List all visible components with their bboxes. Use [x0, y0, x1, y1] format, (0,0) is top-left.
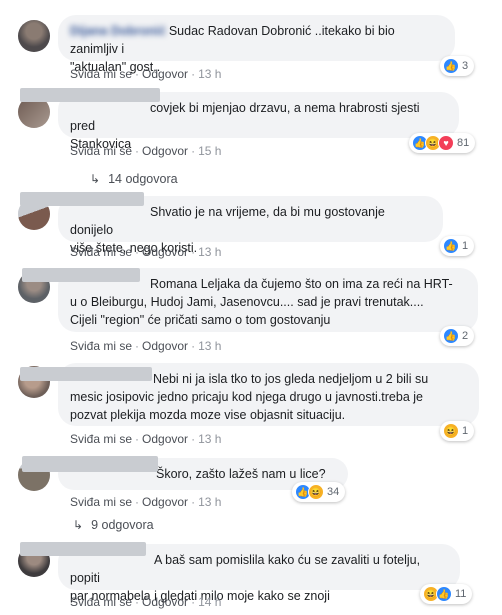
- reply-arrow-icon: ↳: [73, 518, 84, 532]
- comment-timestamp[interactable]: 15 h: [198, 144, 221, 158]
- like-link[interactable]: Sviđa mi se: [70, 67, 132, 81]
- comment-bubble: Dijana Dobronić Sudac Radovan Dobronić ..…: [58, 15, 455, 74]
- like-link[interactable]: Sviđa mi se: [70, 339, 132, 353]
- reaction-count: 1: [462, 240, 469, 252]
- view-replies-link[interactable]: ↳ 14 odgovora: [90, 170, 178, 188]
- like-link[interactable]: Sviđa mi se: [70, 245, 132, 259]
- comment-actions: Sviđa mi se · Odgovor · 13 h: [70, 432, 222, 446]
- replies-count: 9 odgovora: [91, 518, 154, 532]
- reaction-summary[interactable]: 👍 😆 34: [292, 482, 346, 502]
- comment-bubble: Shvatio je na vrijeme, da bi mu gostovan…: [20, 192, 443, 255]
- comment-text-line: Škoro, zašto lažeš nam u lice?: [156, 467, 326, 481]
- reply-link[interactable]: Odgovor: [142, 245, 188, 259]
- avatar[interactable]: [18, 20, 50, 52]
- comment-text-line: Shvatio je na vrijeme, da bi mu gostovan…: [70, 205, 385, 237]
- reaction-count: 3: [462, 60, 469, 72]
- comment-bubble: Nebi ni ja isla tko to jos gleda nedjelj…: [20, 363, 479, 426]
- love-reaction-icon: ♥: [438, 135, 454, 151]
- reaction-count: 34: [327, 486, 340, 498]
- reply-link[interactable]: Odgovor: [142, 495, 188, 509]
- like-link[interactable]: Sviđa mi se: [70, 595, 132, 609]
- haha-reaction-icon: 😆: [443, 423, 459, 439]
- comment-timestamp[interactable]: 13 h: [198, 245, 221, 259]
- comment-text-line: A baš sam pomislila kako ću se zavaliti …: [70, 553, 421, 585]
- reply-arrow-icon: ↳: [90, 172, 101, 186]
- comment-text-line: Cijeli "region" će pričati samo o tom go…: [70, 313, 331, 327]
- haha-reaction-icon: 😆: [308, 484, 324, 500]
- comment-actions: Sviđa mi se · Odgovor · 13 h: [70, 339, 222, 353]
- like-reaction-icon: 👍: [443, 58, 459, 74]
- reaction-count: 1: [462, 425, 469, 437]
- comment-text-line: covjek bi mjenjao drzavu, a nema hrabros…: [70, 101, 420, 133]
- comment-timestamp[interactable]: 13 h: [198, 495, 221, 509]
- comment-timestamp[interactable]: 13 h: [198, 339, 221, 353]
- reaction-summary[interactable]: 😆 👍 11: [420, 584, 473, 604]
- replies-count: 14 odgovora: [108, 172, 178, 186]
- like-link[interactable]: Sviđa mi se: [70, 495, 132, 509]
- like-link[interactable]: Sviđa mi se: [70, 432, 132, 446]
- like-reaction-icon: 👍: [436, 586, 452, 602]
- comment-text-line: Nebi ni ja isla tko to jos gleda nedjelj…: [153, 372, 429, 386]
- reaction-summary[interactable]: 👍 3: [440, 56, 475, 76]
- reply-link[interactable]: Odgovor: [142, 595, 188, 609]
- reply-link[interactable]: Odgovor: [142, 432, 188, 446]
- like-link[interactable]: Sviđa mi se: [70, 144, 132, 158]
- reaction-summary[interactable]: 👍 2: [440, 326, 475, 346]
- comment-timestamp[interactable]: 13 h: [198, 67, 221, 81]
- comment-text-line: u o Bleiburgu, Hudoj Jami, Jasenovcu....…: [70, 295, 424, 309]
- comment-actions: Sviđa mi se · Odgovor · 15 h: [70, 144, 222, 158]
- view-replies-link[interactable]: ↳ 9 odgovora: [73, 516, 154, 534]
- like-reaction-icon: 👍: [443, 328, 459, 344]
- comment-bubble: covjek bi mjenjao drzavu, a nema hrabros…: [20, 88, 459, 151]
- comment-author[interactable]: Dijana Dobronić: [70, 24, 166, 38]
- reply-link[interactable]: Odgovor: [142, 339, 188, 353]
- comment-text-line: Romana Leljaka da čujemo što on ima za r…: [150, 277, 453, 291]
- comment-actions: Sviđa mi se · Odgovor · 13 h: [70, 495, 222, 509]
- reply-link[interactable]: Odgovor: [142, 67, 188, 81]
- like-reaction-icon: 👍: [443, 238, 459, 254]
- comment-actions: Sviđa mi se · Odgovor · 14 h: [70, 595, 222, 609]
- reaction-count: 81: [457, 137, 470, 149]
- comment-actions: Sviđa mi se · Odgovor · 13 h: [70, 245, 222, 259]
- comment-bubble: A baš sam pomislila kako ću se zavaliti …: [20, 542, 460, 603]
- reaction-summary[interactable]: 👍 1: [440, 236, 475, 256]
- reaction-summary[interactable]: 👍 😆 ♥ 81: [409, 133, 476, 153]
- reaction-summary[interactable]: 😆 1: [440, 421, 475, 441]
- reaction-count: 11: [455, 588, 467, 600]
- comment-actions: Sviđa mi se · Odgovor · 13 h: [70, 67, 222, 81]
- comment-text-line: mesic josipovic jedno pricaju kod njega …: [70, 390, 423, 404]
- comment-timestamp[interactable]: 13 h: [198, 432, 221, 446]
- comment-timestamp[interactable]: 14 h: [198, 595, 221, 609]
- reply-link[interactable]: Odgovor: [142, 144, 188, 158]
- comment-text-line: pozvat plekija mozda moze vise objasnit …: [70, 408, 346, 422]
- reaction-count: 2: [462, 330, 469, 342]
- comment-bubble: Romana Leljaka da čujemo što on ima za r…: [22, 268, 478, 332]
